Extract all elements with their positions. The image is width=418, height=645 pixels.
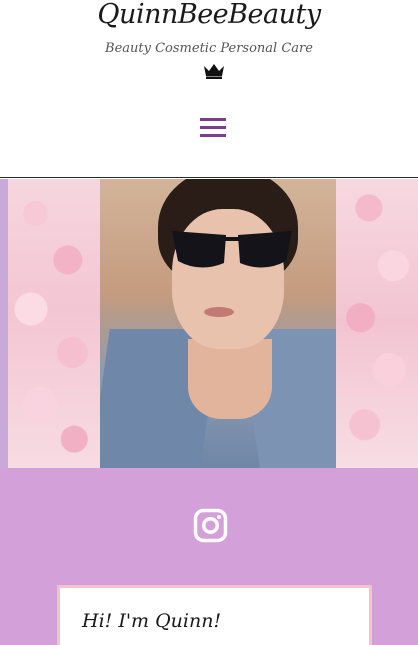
site-header: QuinnBeeBeauty Beauty Cosmetic Personal … <box>0 0 418 178</box>
instagram-icon[interactable] <box>193 508 228 543</box>
cherry-blossom-left-image <box>8 179 100 468</box>
crown-icon <box>204 64 224 79</box>
site-tagline: Beauty Cosmetic Personal Care <box>105 41 313 56</box>
intro-heading: Hi! I'm Quinn! <box>82 610 222 632</box>
site-title[interactable]: QuinnBeeBeauty <box>0 0 418 30</box>
cherry-blossom-right-image <box>336 179 418 468</box>
portrait-photo <box>100 179 336 468</box>
intro-card: Hi! I'm Quinn! <box>57 585 372 645</box>
hamburger-menu-icon[interactable] <box>200 118 228 140</box>
hero-banner <box>0 179 418 468</box>
